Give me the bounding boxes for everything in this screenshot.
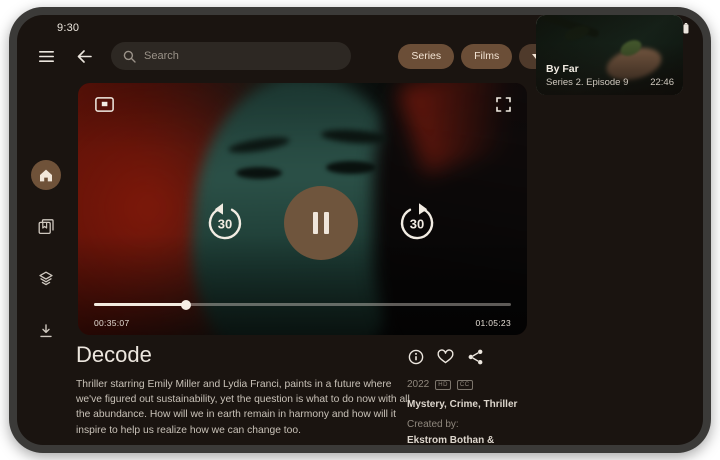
playback-controls: 30 30 <box>96 186 527 260</box>
episode-subtitle: Series 2. Episode 9 <box>546 77 628 88</box>
pause-button[interactable] <box>284 186 358 260</box>
description: Thriller starring Emily Miller and Lydia… <box>76 377 414 438</box>
share-icon <box>468 349 483 365</box>
video-player[interactable]: 30 30 00:35:07 01:05:23 <box>78 83 527 335</box>
heart-icon <box>437 349 454 364</box>
picture-in-picture-button[interactable] <box>94 96 114 112</box>
quality-badge-cc: CC <box>457 380 473 390</box>
menu-icon <box>39 51 54 62</box>
search-input[interactable] <box>144 50 339 62</box>
svg-text:30: 30 <box>217 217 231 232</box>
downloads-icon <box>39 324 53 338</box>
filter-series-button[interactable]: Series <box>398 44 454 69</box>
menu-button[interactable] <box>37 47 55 65</box>
filter-films-button[interactable]: Films <box>461 44 512 69</box>
total-time: 01:05:23 <box>476 318 512 328</box>
picture-in-picture-icon <box>95 97 114 112</box>
genres: Mystery, Crime, Thriller <box>407 399 532 410</box>
quality-badge-hd: HD <box>435 380 451 390</box>
forward-30-button[interactable]: 30 <box>395 201 439 245</box>
progress-fill <box>94 303 186 306</box>
rail-item-home[interactable] <box>31 160 61 190</box>
episode-card-by-far[interactable]: By Far Series 2. Episode 9 22:46 <box>536 15 683 95</box>
navigation-rail <box>17 160 75 346</box>
search-icon <box>123 50 136 63</box>
release-year: 2022 <box>407 379 429 390</box>
app-screen: 9:30 Series Films Cat <box>17 15 703 445</box>
layers-icon <box>38 271 54 287</box>
back-button[interactable] <box>75 47 93 65</box>
fullscreen-button[interactable] <box>495 96 512 113</box>
page-title: Decode <box>76 342 152 368</box>
tablet-device-frame: 9:30 Series Films Cat <box>9 7 711 453</box>
rail-item-downloads[interactable] <box>31 316 61 346</box>
home-icon <box>39 169 53 182</box>
episode-title: By Far <box>546 63 579 75</box>
episode-duration: 22:46 <box>650 77 674 88</box>
rail-item-library[interactable] <box>31 212 61 242</box>
created-by-label: Created by: <box>407 419 532 430</box>
fullscreen-icon <box>496 97 511 112</box>
forward-30-icon: 30 <box>395 201 439 245</box>
creators: Ekstrom Bothan & Gabriela Suárez <box>407 434 532 445</box>
clock: 9:30 <box>57 22 79 34</box>
pause-icon <box>313 212 318 234</box>
library-bookmark-icon <box>38 219 54 235</box>
favorite-button[interactable] <box>437 348 454 365</box>
info-button[interactable] <box>407 348 424 365</box>
seek-thumb[interactable] <box>181 300 191 310</box>
time-labels: 00:35:07 01:05:23 <box>94 318 511 328</box>
svg-text:30: 30 <box>409 217 423 232</box>
detail-actions <box>407 348 484 365</box>
replay-30-icon: 30 <box>203 201 247 245</box>
rail-item-layers[interactable] <box>31 264 61 294</box>
seek-bar[interactable] <box>94 299 511 309</box>
share-button[interactable] <box>467 348 484 365</box>
search-bar[interactable] <box>111 42 351 70</box>
filter-films-label: Films <box>474 50 499 62</box>
replay-30-button[interactable]: 30 <box>203 201 247 245</box>
info-icon <box>408 349 424 365</box>
metadata: 2022 HD CC Mystery, Crime, Thriller Crea… <box>407 379 532 445</box>
back-arrow-icon <box>77 50 92 63</box>
filter-series-label: Series <box>411 50 441 62</box>
current-time: 00:35:07 <box>94 318 130 328</box>
battery-icon <box>683 23 689 34</box>
